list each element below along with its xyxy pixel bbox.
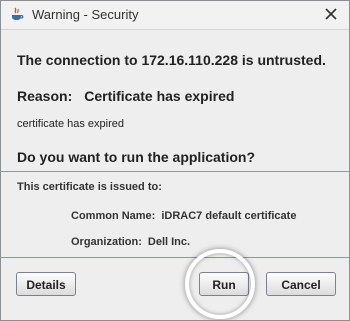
certificate-field-value: Dell Inc. (147, 236, 191, 248)
certificate-common-name: Common Name: iDRAC7 default certificate (71, 210, 296, 222)
window-title: Warning - Security (32, 7, 139, 22)
certificate-field-value: iDRAC7 default certificate (161, 210, 297, 222)
certificate-field-key: Organization: (71, 236, 142, 248)
separator (1, 171, 349, 172)
separator (1, 257, 349, 258)
security-warning-dialog: Warning - Security The connection to 172… (0, 0, 350, 321)
reason-line: Reason: Certificate has expired (17, 88, 234, 104)
java-icon (9, 6, 25, 22)
close-icon[interactable] (321, 4, 341, 24)
title-bar[interactable]: Warning - Security (1, 1, 349, 30)
untrusted-connection-headline: The connection to 172.16.110.228 is untr… (17, 52, 326, 68)
reason-detail: certificate has expired (17, 118, 124, 130)
details-button[interactable]: Details (16, 272, 76, 296)
run-button[interactable]: Run (199, 272, 249, 296)
reason-label: Reason: (17, 88, 73, 104)
certificate-field-key: Common Name: (71, 210, 156, 222)
certificate-organization: Organization: Dell Inc. (71, 236, 190, 248)
run-question: Do you want to run the application? (17, 149, 255, 165)
certificate-title: This certificate is issued to: (17, 181, 162, 193)
reason-value: Certificate has expired (84, 88, 235, 104)
cancel-button[interactable]: Cancel (266, 272, 336, 296)
